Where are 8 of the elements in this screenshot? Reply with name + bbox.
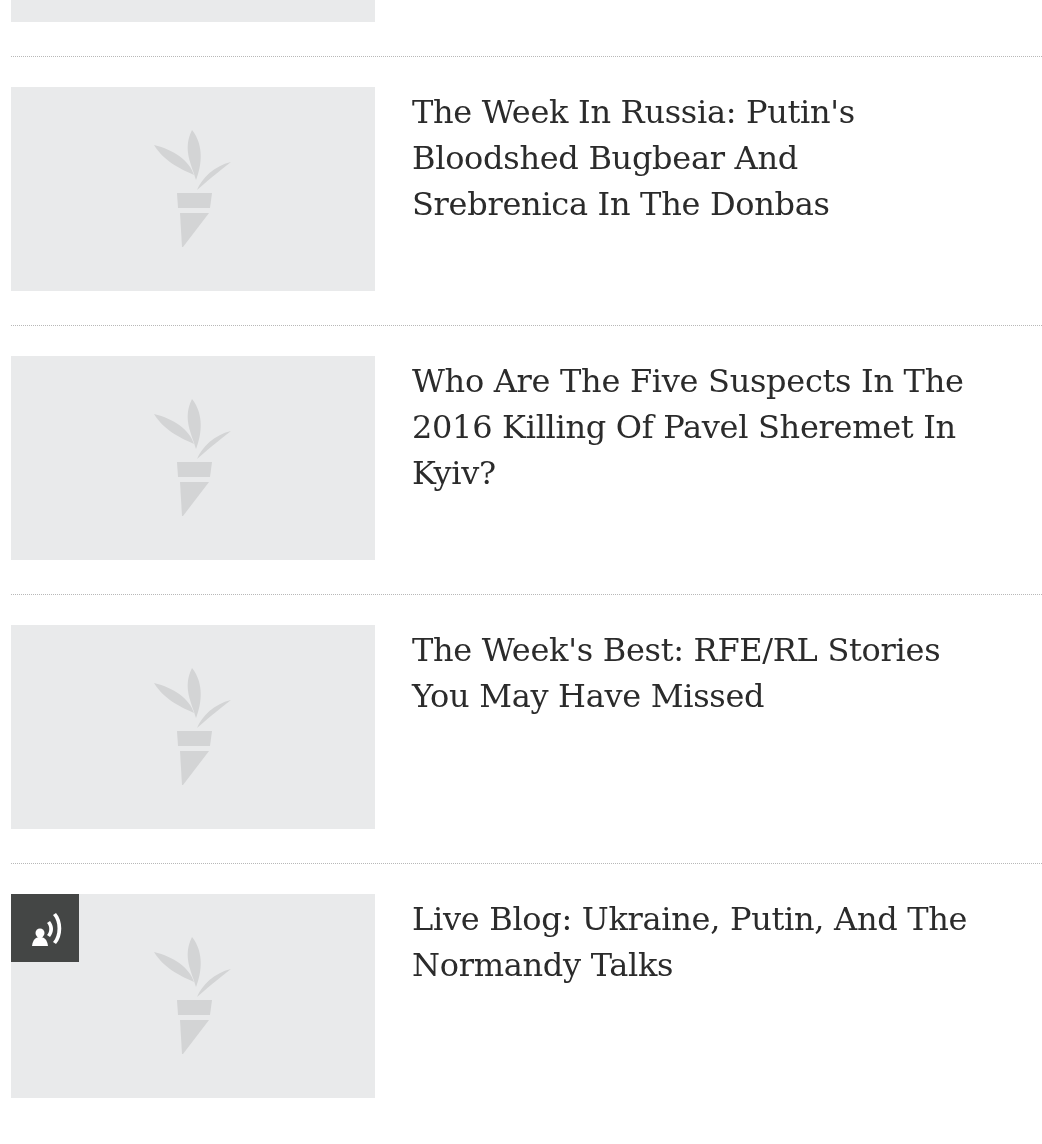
thumbnail-placeholder[interactable]: [11, 625, 375, 829]
article-title-link[interactable]: The Week In Russia: Putin's Bloodshed Bugbear And Srebrenica In The Donbas: [412, 87, 855, 291]
thumbnail-placeholder[interactable]: [11, 894, 375, 1098]
article-title-link[interactable]: The Week's Best: RFE/RL Stories You May Have Missed: [412, 625, 941, 829]
thumbnail-placeholder[interactable]: [11, 87, 375, 291]
thumbnail-placeholder[interactable]: [11, 356, 375, 560]
article-title-link[interactable]: Who Are The Five Suspects In The 2016 Killing Of Pavel Sheremet In Kyiv?: [412, 356, 964, 560]
article-title-link[interactable]: Live Blog: Ukraine, Putin, And The Normandy Talks: [412, 894, 968, 1098]
